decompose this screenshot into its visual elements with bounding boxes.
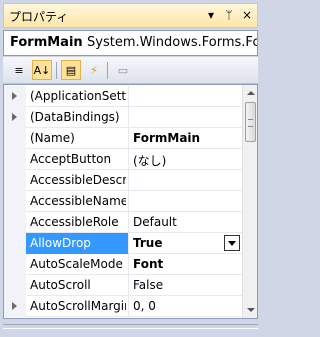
description-splitter[interactable] [3, 320, 258, 334]
dropdown-menu-icon[interactable]: ▾ [205, 8, 217, 22]
expand-icon[interactable] [12, 302, 17, 310]
categorized-icon[interactable]: ≡ [9, 60, 29, 80]
property-name: (DataBindings) [30, 110, 120, 124]
scroll-thumb[interactable] [245, 102, 256, 142]
property-row[interactable]: AutoScaleMode Font [4, 254, 242, 275]
properties-window: プロパティ ▾ ᛘ × FormMain System.Windows.Form… [0, 0, 263, 337]
column-divider [128, 191, 129, 212]
property-value[interactable]: Font [133, 257, 237, 271]
property-row[interactable]: AutoScrollMargin 0, 0 [4, 296, 242, 317]
row-gutter [4, 233, 26, 254]
column-divider [128, 128, 129, 149]
title-bar-buttons: ▾ ᛘ × [205, 8, 253, 22]
toolbar-separator [107, 62, 108, 79]
property-row[interactable]: AccessibleDescr [4, 170, 242, 191]
row-gutter [4, 149, 26, 170]
property-name: AutoScroll [30, 278, 91, 292]
row-gutter [4, 107, 26, 128]
properties-icon[interactable]: ▤ [61, 60, 81, 80]
column-divider [128, 86, 129, 107]
property-row[interactable]: (DataBindings) [4, 107, 242, 128]
row-gutter [4, 296, 26, 317]
vertical-scrollbar[interactable] [242, 85, 257, 318]
property-row[interactable]: (Name) FormMain [4, 128, 242, 149]
events-icon[interactable]: ⚡ [84, 60, 104, 80]
object-type: System.Windows.Forms.Fo [87, 35, 258, 50]
row-gutter [4, 191, 26, 212]
property-pages-icon[interactable]: ▭ [113, 60, 133, 80]
row-gutter [4, 212, 26, 233]
pin-icon[interactable]: ᛘ [223, 8, 235, 22]
property-value[interactable]: 0, 0 [133, 299, 237, 313]
property-row[interactable]: AllowDrop True [4, 233, 242, 254]
object-name: FormMain [10, 35, 83, 50]
row-gutter [4, 275, 26, 296]
column-divider [128, 212, 129, 233]
property-name: (ApplicationSett [30, 89, 126, 103]
expand-icon[interactable] [12, 113, 17, 121]
property-row[interactable]: (ApplicationSett [4, 86, 242, 107]
property-value[interactable]: FormMain [133, 131, 237, 145]
property-value[interactable]: True [133, 236, 237, 250]
property-value[interactable]: (なし) [133, 152, 237, 169]
property-row[interactable]: AutoScroll False [4, 275, 242, 296]
property-name: AccessibleName [30, 194, 126, 208]
property-name: AcceptButton [30, 152, 112, 166]
toolbar-separator [56, 62, 57, 79]
column-divider [128, 170, 129, 191]
window-title: プロパティ [9, 10, 69, 24]
property-name: AllowDrop [30, 236, 91, 250]
row-gutter [4, 254, 26, 275]
toolbar: ≡ A↓ ▤ ⚡ ▭ [3, 57, 258, 84]
row-gutter [4, 86, 26, 107]
property-row[interactable]: AccessibleRole Default [4, 212, 242, 233]
object-selector[interactable]: FormMain System.Windows.Forms.Fo [3, 30, 258, 56]
property-name: AccessibleDescr [30, 173, 126, 187]
column-divider [128, 296, 129, 317]
title-bar: プロパティ ▾ ᛘ × [3, 3, 258, 28]
scroll-down-icon[interactable] [243, 302, 257, 318]
property-grid: (ApplicationSett (DataBindings) (Name) Form… [3, 84, 258, 319]
column-divider [128, 107, 129, 128]
property-name: (Name) [30, 131, 75, 145]
row-gutter [4, 128, 26, 149]
column-divider [128, 149, 129, 170]
property-value[interactable]: False [133, 278, 237, 292]
splitter-grip[interactable] [3, 324, 258, 329]
scroll-up-icon[interactable] [243, 85, 257, 101]
column-divider [128, 233, 129, 254]
column-divider [128, 275, 129, 296]
row-gutter [4, 170, 26, 191]
dropdown-arrow-icon[interactable] [224, 235, 240, 251]
property-name: AutoScrollMargin [30, 299, 126, 313]
alphabetical-icon[interactable]: A↓ [32, 60, 52, 80]
property-row[interactable]: AccessibleName [4, 191, 242, 212]
property-name: AccessibleRole [30, 215, 119, 229]
property-name: AutoScaleMode [30, 257, 123, 271]
property-row[interactable]: AcceptButton (なし) [4, 149, 242, 170]
column-divider [128, 254, 129, 275]
close-icon[interactable]: × [241, 8, 253, 22]
expand-icon[interactable] [12, 92, 17, 100]
property-value[interactable]: Default [133, 215, 237, 229]
